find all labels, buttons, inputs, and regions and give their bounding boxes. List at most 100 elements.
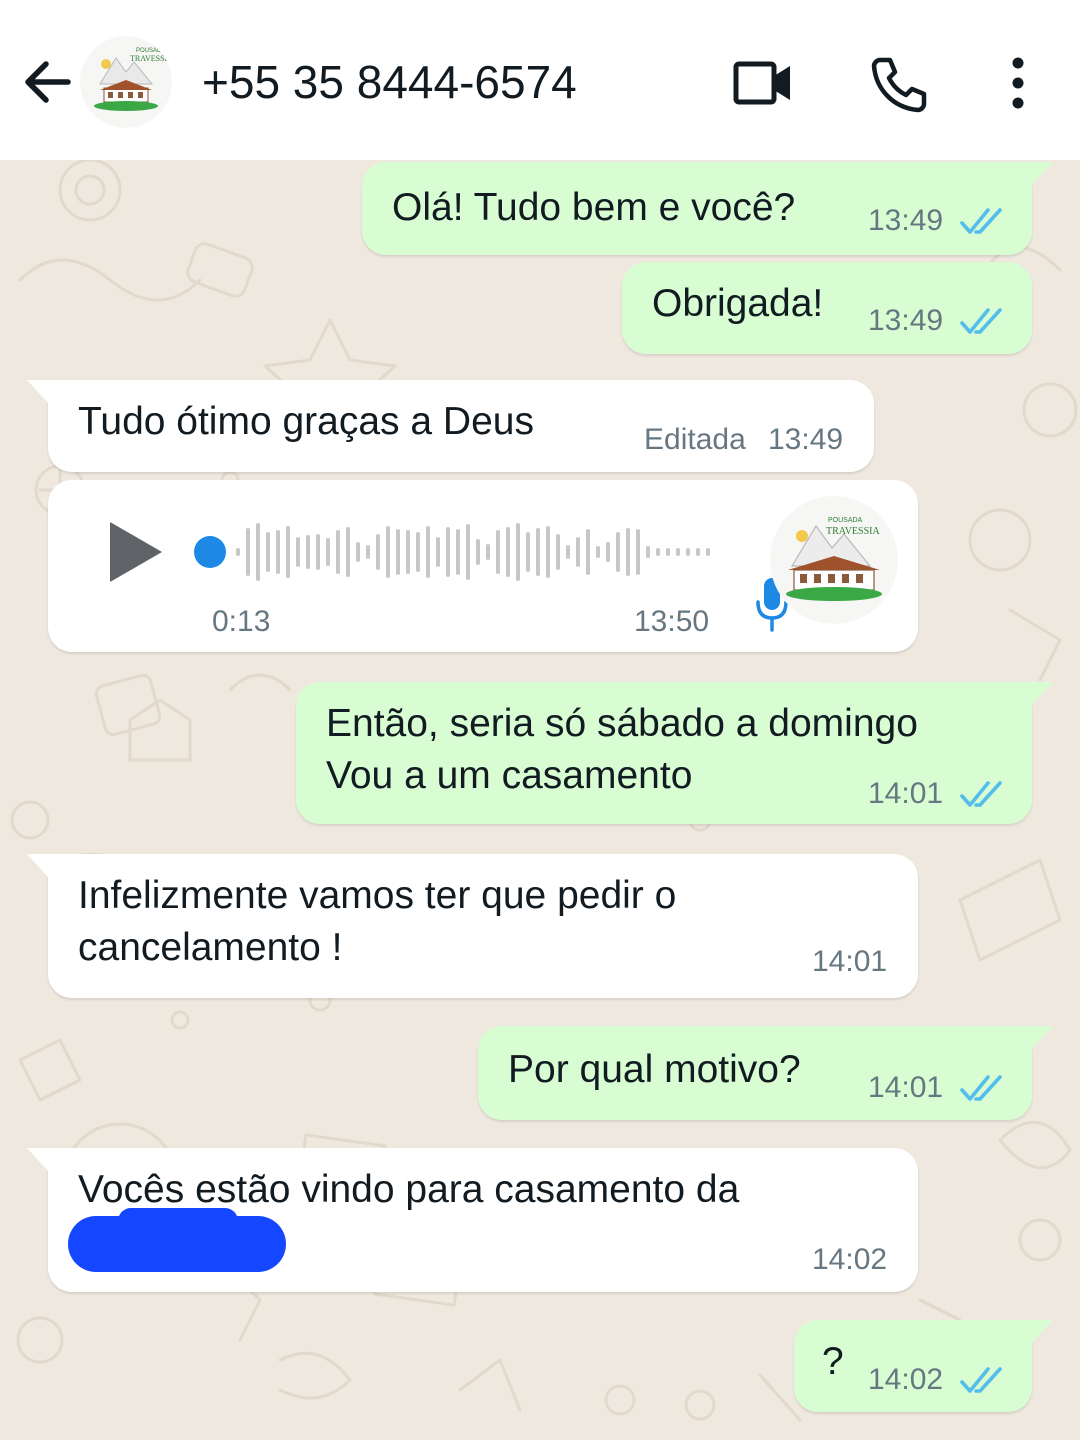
- message-text-line: Vou a um casamento: [326, 754, 693, 797]
- waveform-bar: [536, 528, 540, 576]
- waveform-bar: [246, 528, 250, 576]
- incoming-message-bubble[interactable]: Vocês estão vindo para casamento da 14:0…: [48, 1148, 918, 1292]
- outgoing-message-bubble[interactable]: Por qual motivo? 14:01: [478, 1026, 1032, 1120]
- message-text: ?: [822, 1340, 844, 1383]
- waveform-bar: [566, 545, 570, 559]
- waveform-bar: [466, 524, 470, 580]
- waveform-bar: [296, 537, 300, 567]
- waveform-bar: [276, 530, 280, 574]
- message-text-line: cancelamento !: [78, 926, 343, 969]
- waveform-bar: [406, 530, 410, 574]
- message-time: 14:01: [868, 777, 944, 810]
- waveform-bar: [676, 548, 680, 556]
- read-receipt-icon: [960, 206, 1006, 236]
- video-call-icon[interactable]: [730, 50, 796, 116]
- message-text-line: Infelizmente vamos ter que pedir o: [78, 874, 677, 917]
- logo-text-main: TRAVESSIA: [826, 526, 880, 537]
- read-receipt-icon: [960, 1073, 1006, 1103]
- message-time: 14:01: [812, 945, 888, 978]
- outgoing-message-bubble[interactable]: Obrigada! 13:49: [622, 262, 1032, 354]
- waveform-bar: [686, 548, 690, 556]
- message-text: Olá! Tudo bem e você?: [392, 186, 796, 229]
- play-icon[interactable]: [106, 520, 164, 584]
- contact-name[interactable]: +55 35 8444-6574: [202, 52, 577, 112]
- outgoing-message-bubble[interactable]: Olá! Tudo bem e você? 13:49: [362, 162, 1032, 255]
- waveform-bar: [546, 526, 550, 578]
- read-receipt-icon: [960, 1365, 1006, 1395]
- waveform-bar: [666, 548, 670, 556]
- waveform-bar: [646, 546, 650, 558]
- waveform-bar: [456, 529, 460, 575]
- message-time: 14:01: [868, 1071, 944, 1104]
- voice-message-bubble[interactable]: 0:13 13:50 POUSADA TRAVESSIA: [48, 480, 918, 652]
- waveform-bar: [586, 529, 590, 575]
- redaction-mark: [118, 1208, 238, 1234]
- pousada-logo: POUSADA TRAVESSIA: [80, 36, 172, 128]
- message-time: 14:02: [868, 1363, 944, 1396]
- waveform-bar: [476, 539, 480, 565]
- voice-duration: 0:13: [212, 605, 271, 638]
- waveform-bar: [626, 528, 630, 576]
- incoming-message-bubble[interactable]: Tudo ótimo graças a Deus Editada 13:49: [48, 380, 874, 472]
- waveform-bar: [446, 527, 450, 577]
- edited-label: Editada: [644, 423, 746, 456]
- phone-call-icon[interactable]: [866, 50, 932, 116]
- waveform-bar: [616, 532, 620, 572]
- waveform-bar: [396, 529, 400, 575]
- message-time: 13:49: [768, 423, 844, 456]
- waveform-bar: [386, 526, 390, 578]
- bubble-tail: [1031, 1320, 1053, 1344]
- outgoing-message-bubble[interactable]: Então, seria só sábado a domingo Vou a u…: [296, 682, 1032, 824]
- waveform-bar: [526, 532, 530, 572]
- waveform-bar: [236, 548, 240, 556]
- bubble-tail: [1031, 162, 1053, 186]
- waveform-bar: [436, 537, 440, 567]
- waveform-bar: [366, 545, 370, 559]
- waveform-bar: [356, 542, 360, 562]
- waveform-bar: [596, 546, 600, 558]
- bubble-tail: [27, 1148, 49, 1172]
- waveform-bar: [496, 530, 500, 574]
- message-text: Obrigada!: [652, 282, 824, 325]
- logo-text-top: POUSADA: [828, 517, 863, 524]
- waveform-bar: [316, 534, 320, 570]
- bubble-tail: [1031, 1026, 1053, 1050]
- pousada-logo: POUSADA TRAVESSIA: [770, 496, 898, 624]
- message-time: 14:02: [812, 1243, 888, 1276]
- waveform-bar: [426, 526, 430, 578]
- waveform-bar: [256, 523, 260, 581]
- message-text: Tudo ótimo graças a Deus: [78, 400, 534, 443]
- audio-waveform[interactable]: [192, 520, 712, 584]
- bubble-tail: [1031, 682, 1053, 706]
- logo-text-main: TRAVESSIA: [130, 54, 172, 63]
- waveform-bar: [336, 530, 340, 574]
- waveform-bar: [326, 538, 330, 566]
- bubble-tail: [27, 380, 49, 404]
- waveform-bar: [606, 542, 610, 562]
- waveform-bar: [346, 527, 350, 577]
- waveform-bar: [706, 548, 710, 556]
- waveform-bar: [286, 526, 290, 578]
- waveform-bar: [306, 535, 310, 569]
- waveform-bar: [506, 527, 510, 577]
- incoming-message-bubble[interactable]: Infelizmente vamos ter que pedir o cance…: [48, 854, 918, 998]
- waveform-bar: [576, 537, 580, 567]
- contact-avatar[interactable]: POUSADA TRAVESSIA: [80, 36, 172, 128]
- voice-sender-avatar: POUSADA TRAVESSIA: [770, 496, 898, 624]
- waveform-bar: [376, 534, 380, 570]
- outgoing-message-bubble[interactable]: ? 14:02: [794, 1320, 1032, 1412]
- chat-area[interactable]: Olá! Tudo bem e você? 13:49 Obrigada! 13…: [0, 160, 1080, 1440]
- message-time: 13:50: [634, 605, 710, 638]
- waveform-bar: [656, 548, 660, 556]
- chat-header: POUSADA TRAVESSIA +55 35 8444-6574: [0, 0, 1080, 160]
- read-receipt-icon: [960, 779, 1006, 809]
- read-receipt-icon: [960, 306, 1006, 336]
- bubble-tail: [27, 854, 49, 878]
- back-arrow-icon[interactable]: [18, 52, 78, 112]
- waveform-bar: [696, 548, 700, 556]
- waveform-bar: [636, 529, 640, 575]
- message-text-line: Então, seria só sábado a domingo: [326, 702, 918, 745]
- more-options-icon[interactable]: [990, 50, 1046, 116]
- playback-position-dot[interactable]: [194, 536, 226, 568]
- message-text: Por qual motivo?: [508, 1048, 801, 1091]
